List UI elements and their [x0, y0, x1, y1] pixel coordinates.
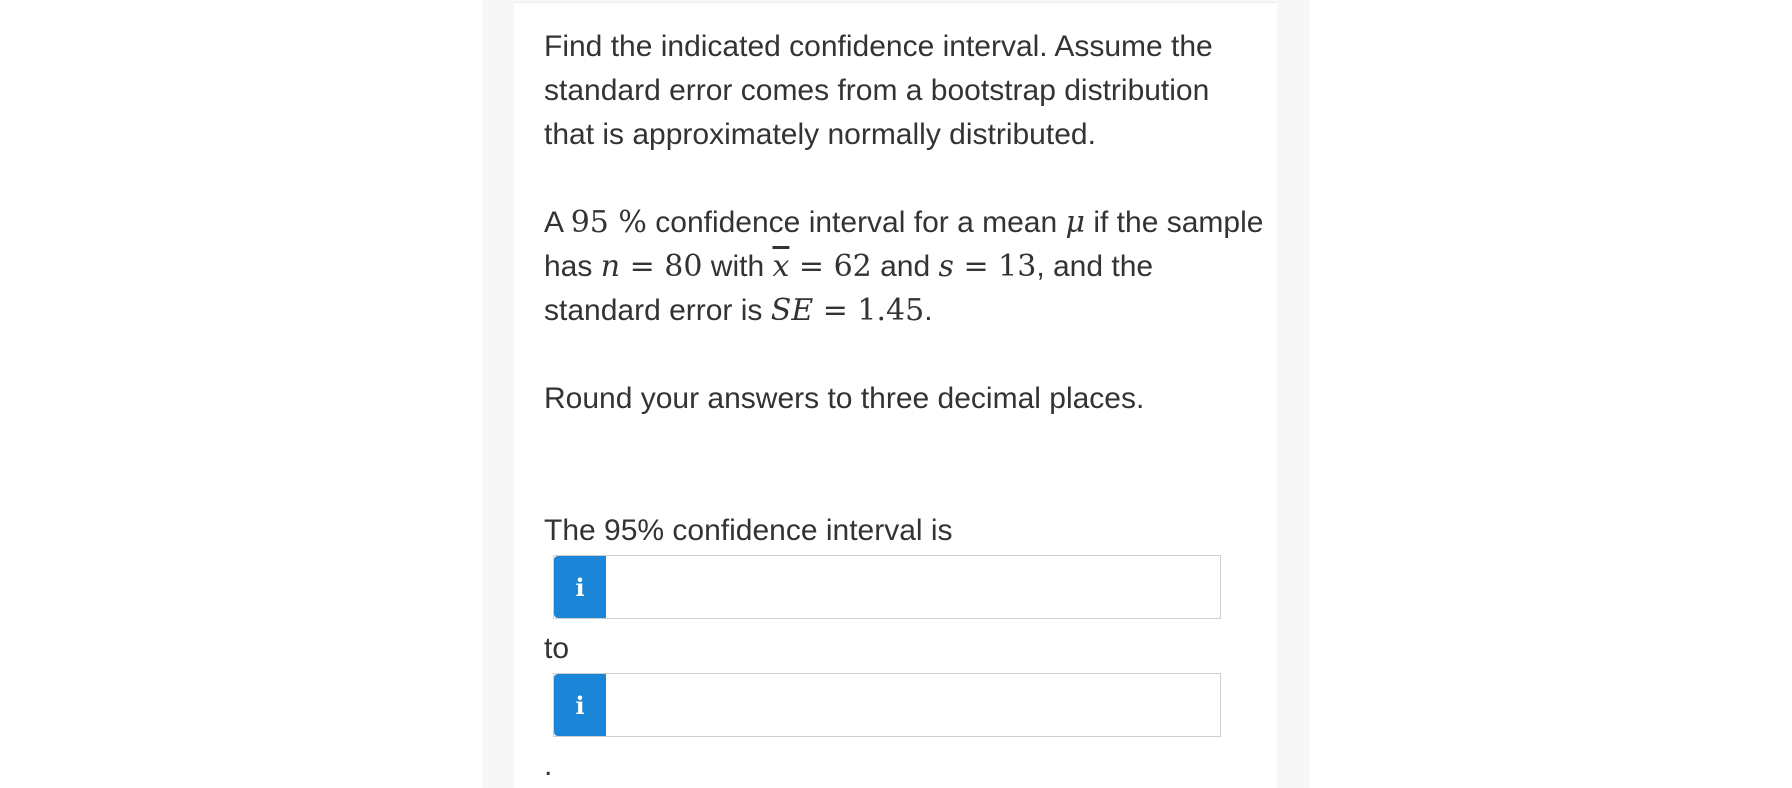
confidence-level: 95 % [570, 205, 647, 240]
interval-label: The 95% confidence interval is [544, 514, 953, 547]
problem-text: A [544, 206, 563, 239]
question-problem: A 95 % confidence interval for a mean μ … [544, 201, 1264, 333]
upper-bound-answer: i [553, 673, 1221, 737]
question-content: Find the indicated confidence interval. … [544, 25, 1264, 421]
rounding-instruction: Round your answers to three decimal plac… [544, 382, 1145, 415]
s-value: = 13 [953, 249, 1037, 284]
info-icon[interactable]: i [554, 556, 606, 618]
info-icon[interactable]: i [554, 674, 606, 736]
s-symbol: s [938, 249, 954, 284]
problem-text: with [702, 250, 773, 283]
upper-bound-input[interactable] [606, 674, 1220, 736]
lower-bound-answer: i [553, 555, 1221, 619]
trailing-period: . [544, 749, 553, 782]
to-label: to [544, 632, 570, 665]
xbar-value: = 62 [789, 249, 872, 284]
problem-text: confidence interval for a mean [646, 206, 1066, 239]
problem-text: and [871, 250, 939, 283]
lower-bound-input[interactable] [606, 556, 1220, 618]
mu-symbol: μ [1065, 205, 1086, 240]
question-instructions: Find the indicated confidence interval. … [544, 30, 1213, 151]
xbar-symbol: x [772, 249, 790, 284]
se-symbol: SE [770, 293, 814, 328]
n-value: = 80 [620, 249, 703, 284]
question-card: Find the indicated confidence interval. … [514, 2, 1277, 788]
se-value: = 1.45 [813, 293, 925, 328]
n-symbol: n [600, 249, 621, 284]
problem-text: . [924, 294, 933, 327]
